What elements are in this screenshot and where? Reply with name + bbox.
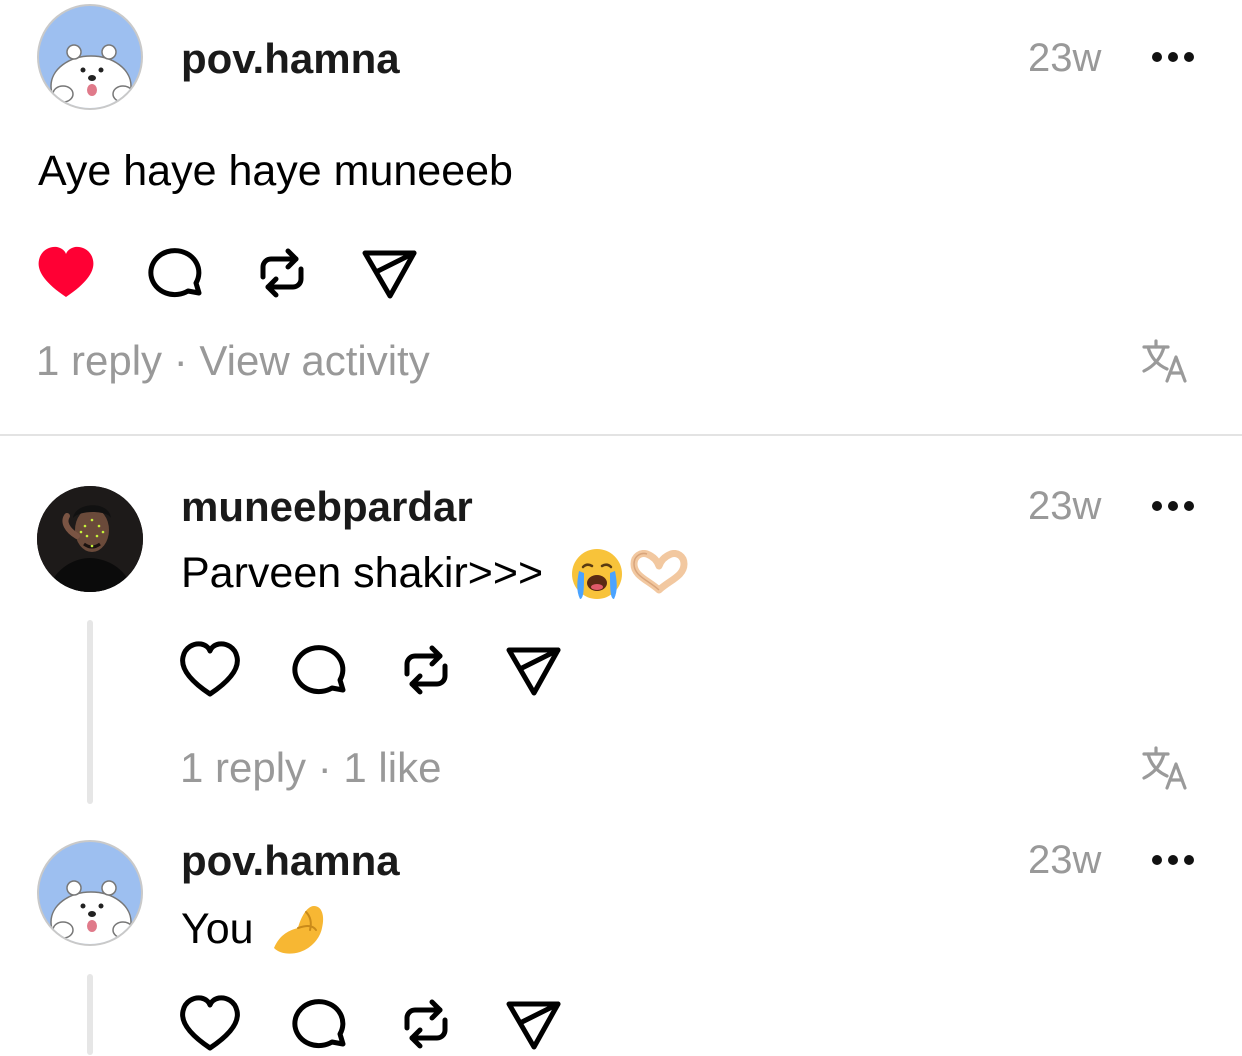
translate-icon[interactable] xyxy=(1141,745,1189,791)
more-dots-icon[interactable] xyxy=(1151,854,1195,866)
post-text: Aye haye haye muneeeb xyxy=(38,147,513,195)
username[interactable]: pov.hamna xyxy=(181,840,400,882)
polar-bear-avatar-icon xyxy=(50,880,134,944)
avatar[interactable] xyxy=(37,4,143,110)
send-icon[interactable] xyxy=(502,638,566,702)
username[interactable]: muneebpardar xyxy=(181,486,473,528)
heart-icon[interactable] xyxy=(178,992,242,1056)
post-stats: 1 reply · View activity xyxy=(36,340,430,382)
timestamp: 23w xyxy=(1028,36,1102,80)
likes-link[interactable]: 1 like xyxy=(343,744,441,791)
timestamp: 23w xyxy=(1028,484,1102,528)
translate-icon[interactable] xyxy=(1141,338,1189,384)
avatar[interactable] xyxy=(37,840,143,946)
timestamp: 23w xyxy=(1028,838,1102,882)
send-icon[interactable] xyxy=(502,992,566,1056)
replies-link[interactable]: 1 reply xyxy=(36,337,162,384)
heart-hands-icon xyxy=(630,550,688,594)
thread-line xyxy=(87,620,93,804)
more-dots-icon[interactable] xyxy=(1151,500,1195,512)
username[interactable]: pov.hamna xyxy=(181,38,400,80)
divider xyxy=(0,434,1242,436)
avatar[interactable] xyxy=(37,486,143,592)
comment-bubble-icon[interactable] xyxy=(288,992,352,1056)
pinched-fingers-icon xyxy=(274,906,324,954)
repost-icon[interactable] xyxy=(394,992,458,1056)
repost-icon[interactable] xyxy=(250,241,314,305)
heart-icon[interactable] xyxy=(34,241,98,305)
comment-bubble-icon[interactable] xyxy=(144,241,208,305)
send-icon[interactable] xyxy=(358,241,422,305)
post-text: Parveen shakir>>> xyxy=(181,552,543,595)
post-stats: 1 reply · 1 like xyxy=(180,747,441,789)
repost-icon[interactable] xyxy=(394,638,458,702)
profile-photo-icon xyxy=(37,486,143,592)
separator: · xyxy=(317,744,332,791)
comment-bubble-icon[interactable] xyxy=(288,638,352,702)
view-activity-link[interactable]: View activity xyxy=(199,337,429,384)
heart-icon[interactable] xyxy=(178,638,242,702)
post-text: You xyxy=(181,905,254,953)
post-text-content: Parveen shakir>>> xyxy=(181,549,544,597)
thread-line xyxy=(87,974,93,1055)
polar-bear-avatar-icon xyxy=(50,44,134,108)
more-dots-icon[interactable] xyxy=(1151,51,1195,63)
replies-link[interactable]: 1 reply xyxy=(180,744,306,791)
separator: · xyxy=(173,337,188,384)
loudly-crying-face-icon xyxy=(572,549,622,599)
